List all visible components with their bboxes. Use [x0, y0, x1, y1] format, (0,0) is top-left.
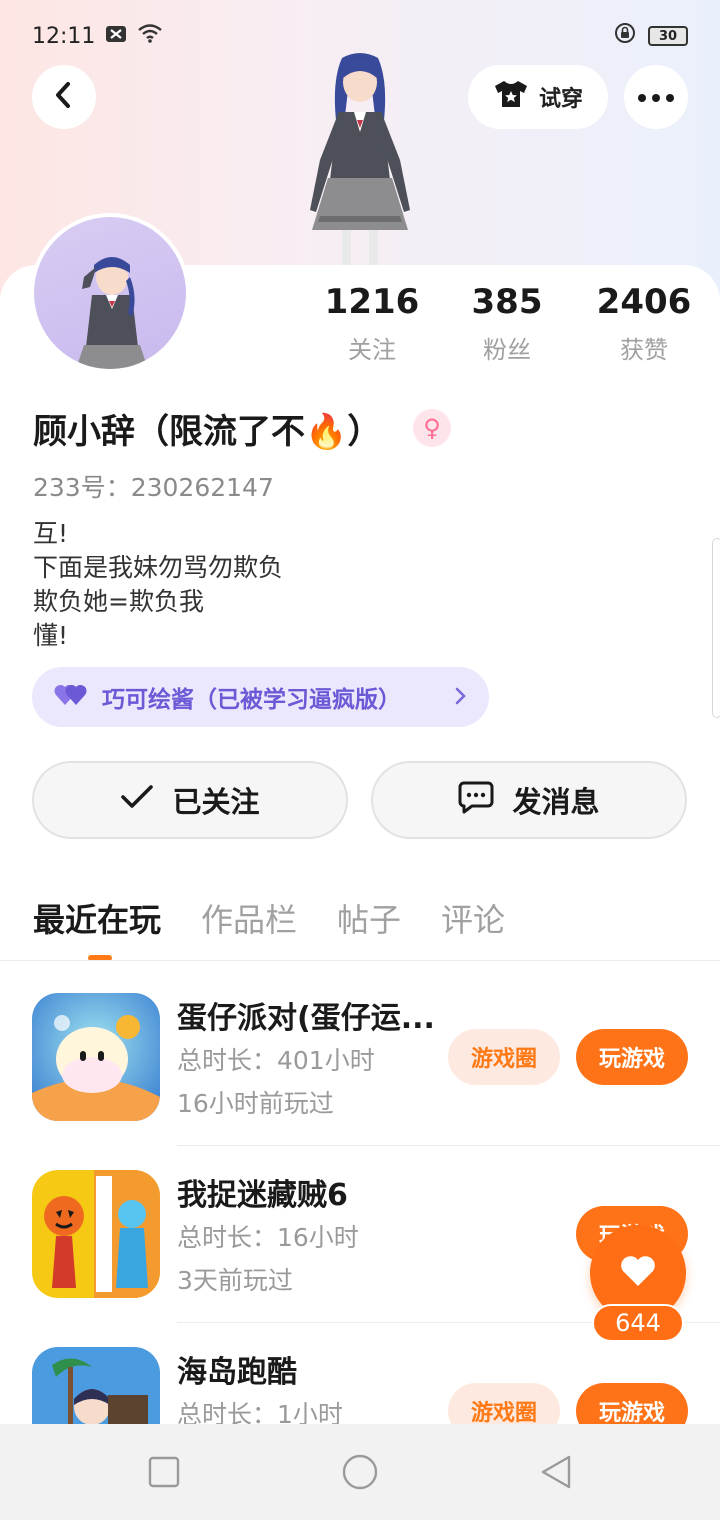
- game-title: 蛋仔派对(蛋仔运...: [177, 1001, 435, 1036]
- try-on-button[interactable]: 试穿: [468, 65, 608, 129]
- game-duration: 总时长：401小时: [177, 1046, 375, 1075]
- chevron-left-icon: [52, 81, 76, 113]
- game-last-played: 3天前玩过: [177, 1266, 293, 1295]
- back-button[interactable]: [32, 65, 96, 129]
- game-icon-eggy-party[interactable]: [32, 993, 160, 1121]
- tab-recently-played[interactable]: 最近在玩: [33, 895, 161, 941]
- send-message-button[interactable]: 发消息: [371, 761, 687, 839]
- stat-likes-value: 2406: [596, 282, 692, 322]
- avatar[interactable]: [30, 213, 190, 373]
- game-row[interactable]: 蛋仔派对(蛋仔运... 总时长：401小时 16小时前玩过 游戏圈 玩游戏: [0, 993, 720, 1169]
- rotation-lock-icon: [614, 22, 636, 50]
- game-duration: 总时长：16小时: [177, 1223, 359, 1252]
- bio: 互! 下面是我妹勿骂勿欺负 欺负她=欺负我 懂!: [33, 517, 283, 653]
- try-on-label: 试穿: [538, 87, 583, 112]
- character-figure[interactable]: [280, 50, 440, 270]
- bio-line: 欺负她=欺负我: [33, 587, 204, 616]
- system-navigation-bar: [0, 1424, 720, 1520]
- tshirt-icon: [493, 79, 529, 115]
- back-nav-button[interactable]: [536, 1452, 576, 1492]
- chevron-right-icon: [455, 683, 467, 711]
- female-icon: ♀: [413, 409, 451, 447]
- game-circle-button[interactable]: 游戏圈: [448, 1029, 560, 1085]
- chat-bubble-icon: [458, 780, 494, 821]
- divider: [177, 1145, 720, 1146]
- stat-followers-value: 385: [471, 282, 543, 322]
- stat-following-label: 关注: [348, 336, 396, 364]
- check-icon: [120, 783, 154, 817]
- stat-following-value: 1216: [324, 282, 420, 322]
- profile-tabs: 最近在玩 作品栏 帖子 评论: [33, 895, 505, 941]
- scrollbar-handle[interactable]: [712, 538, 720, 718]
- stat-likes[interactable]: 2406 获赞: [579, 282, 709, 365]
- stat-followers-label: 粉丝: [483, 336, 531, 364]
- game-title: 海岛跑酷: [177, 1355, 297, 1390]
- send-message-label: 发消息: [512, 785, 600, 819]
- heart-icon: [619, 1254, 657, 1292]
- tab-comments[interactable]: 评论: [441, 895, 505, 941]
- wifi-icon: [137, 23, 163, 49]
- home-button[interactable]: [340, 1452, 380, 1492]
- tab-works[interactable]: 作品栏: [201, 895, 297, 941]
- recent-apps-button[interactable]: [144, 1452, 184, 1492]
- stat-following[interactable]: 1216 关注: [307, 282, 437, 365]
- followed-label: 已关注: [172, 785, 260, 819]
- bio-line: 懂!: [33, 621, 69, 650]
- notification-icon: [105, 24, 127, 49]
- more-button[interactable]: [624, 65, 688, 129]
- game-icon-hide-and-seek[interactable]: [32, 1170, 160, 1298]
- username: 顾小辞（限流了不🔥）: [33, 412, 382, 452]
- bio-line: 下面是我妹勿骂勿欺负: [33, 553, 284, 582]
- followed-button[interactable]: 已关注: [32, 761, 348, 839]
- double-heart-icon: [54, 681, 88, 713]
- like-count: 644: [592, 1304, 684, 1342]
- battery-icon: 30: [648, 26, 688, 46]
- status-time: 12:11: [32, 23, 96, 49]
- stat-likes-label: 获赞: [620, 336, 668, 364]
- bio-line: 互!: [33, 519, 69, 548]
- stat-followers[interactable]: 385 粉丝: [442, 282, 572, 365]
- user-id: 233号：230262147: [33, 473, 274, 502]
- divider: [0, 960, 720, 961]
- cp-tag-label: 巧可绘酱（已被学习逼疯版）: [102, 687, 401, 713]
- tab-posts[interactable]: 帖子: [337, 895, 401, 941]
- game-title: 我捉迷藏贼6: [177, 1178, 348, 1213]
- more-dots-icon: [637, 88, 675, 107]
- cp-tag-link[interactable]: 巧可绘酱（已被学习逼疯版）: [32, 667, 489, 727]
- play-game-button[interactable]: 玩游戏: [576, 1029, 688, 1085]
- game-last-played: 16小时前玩过: [177, 1089, 334, 1118]
